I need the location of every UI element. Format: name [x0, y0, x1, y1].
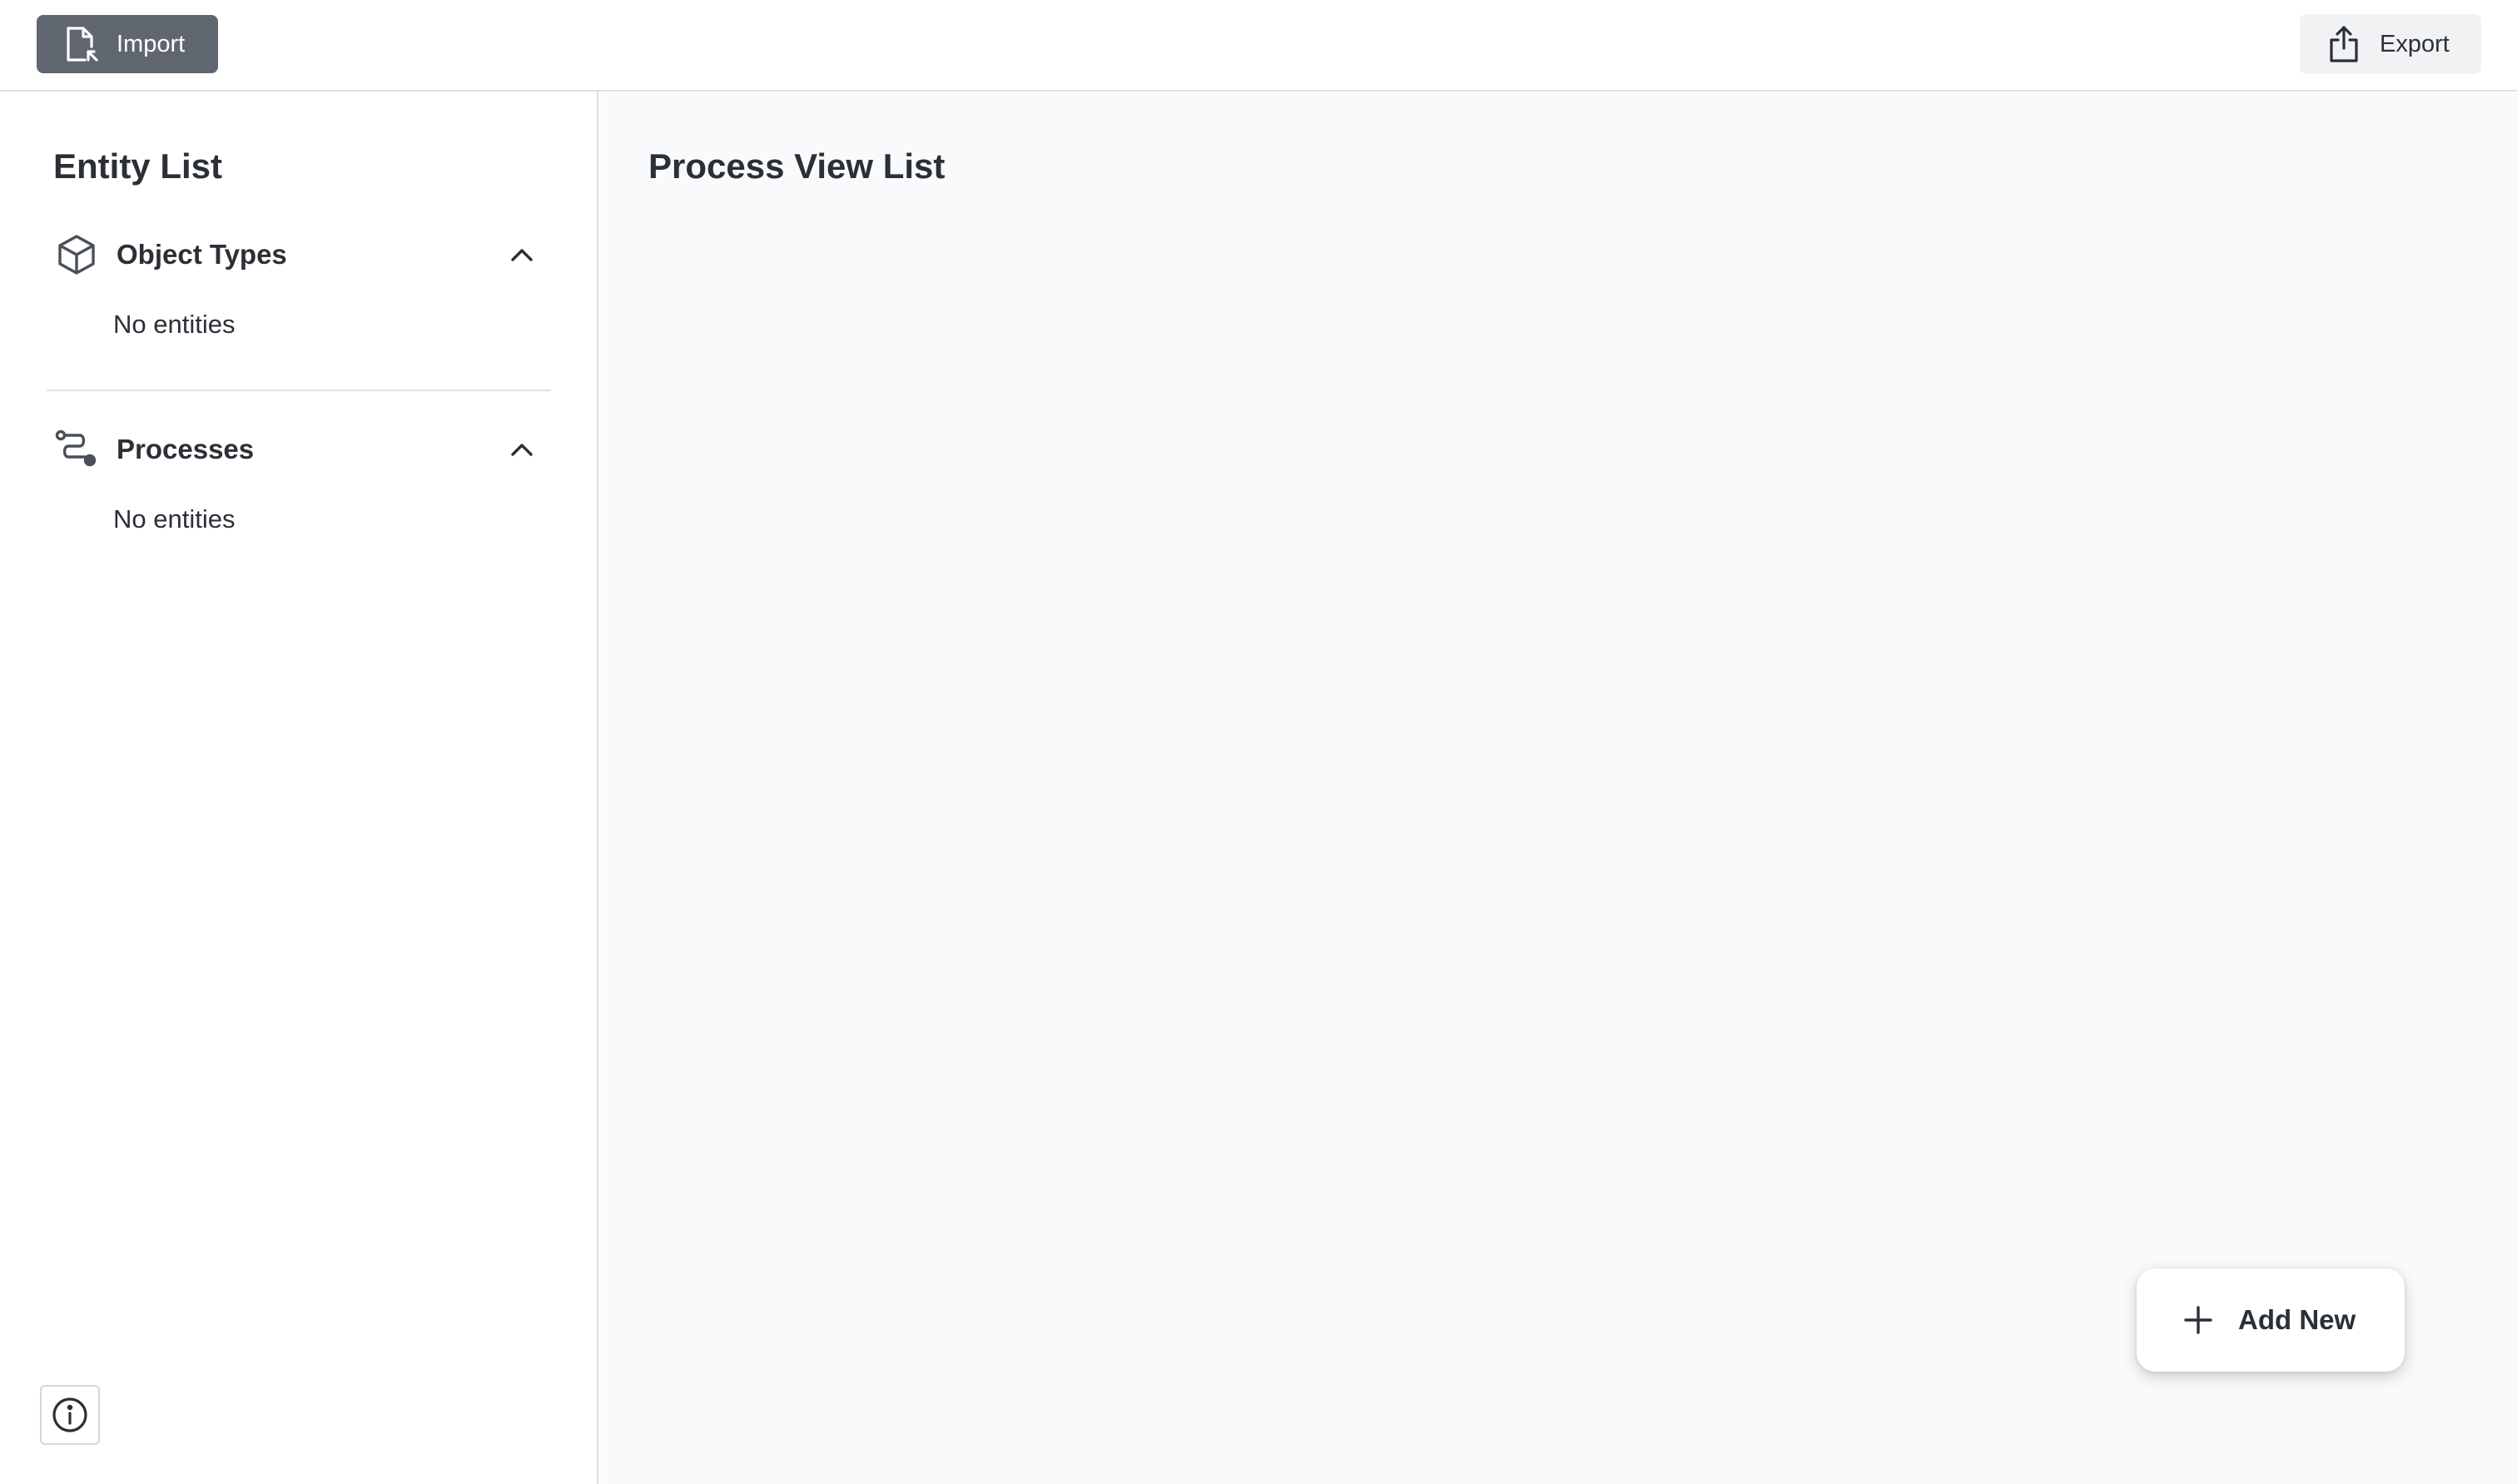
- import-label: Import: [117, 30, 186, 57]
- page-title: Process View List: [648, 146, 946, 186]
- route-icon: [55, 429, 97, 467]
- section-label-processes: Processes: [117, 434, 255, 464]
- chevron-up-icon[interactable]: [508, 245, 536, 265]
- import-button[interactable]: Import: [37, 15, 218, 73]
- empty-state-object-types: No entities: [113, 310, 236, 339]
- empty-state-processes: No entities: [113, 504, 236, 534]
- top-toolbar: Import Export: [0, 0, 2517, 92]
- add-new-button[interactable]: Add New: [2137, 1268, 2405, 1372]
- entity-sidebar: Entity List Object Types No entities Pro…: [0, 92, 598, 1484]
- chevron-up-icon[interactable]: [508, 439, 536, 459]
- section-header-object-types[interactable]: Object Types: [53, 230, 553, 280]
- main-content: Process View List Add New: [600, 92, 2517, 1484]
- file-import-icon: [67, 27, 98, 62]
- cube-icon: [58, 235, 95, 275]
- export-button[interactable]: Export: [2300, 14, 2481, 74]
- section-label-object-types: Object Types: [117, 239, 287, 270]
- info-icon: [52, 1397, 87, 1432]
- sidebar-title: Entity List: [53, 146, 223, 186]
- info-button[interactable]: [40, 1385, 100, 1445]
- export-label: Export: [2380, 30, 2450, 57]
- section-header-processes[interactable]: Processes: [53, 424, 553, 474]
- plus-icon: [2184, 1306, 2212, 1334]
- add-new-label: Add New: [2238, 1304, 2356, 1335]
- section-divider: [47, 390, 551, 391]
- share-export-icon: [2330, 26, 2358, 62]
